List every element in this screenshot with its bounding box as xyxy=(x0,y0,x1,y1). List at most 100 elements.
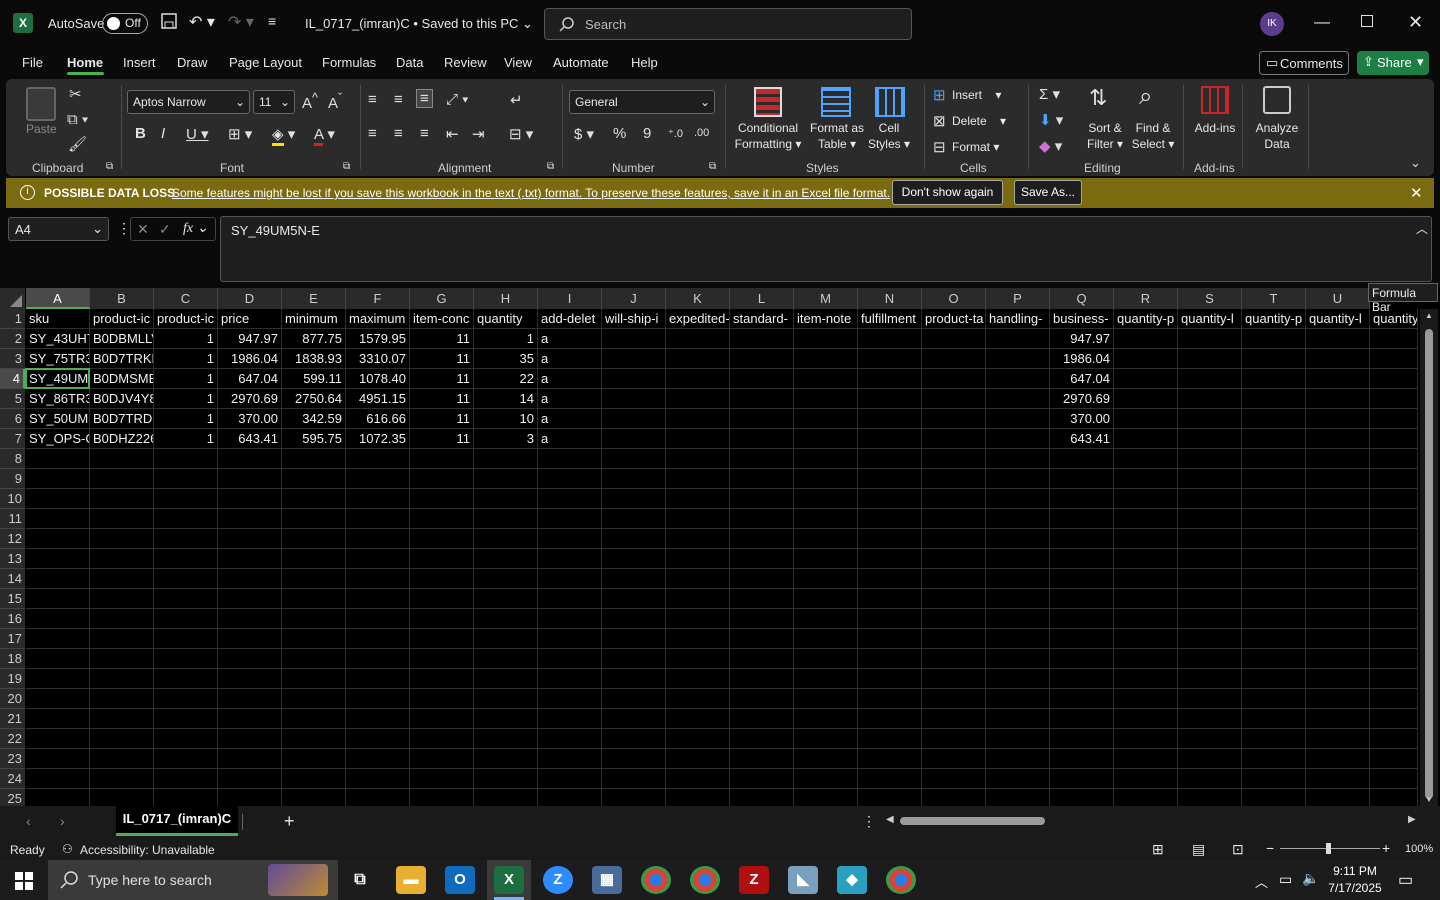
cell[interactable] xyxy=(922,429,986,449)
cell[interactable]: a xyxy=(538,349,602,369)
cell[interactable]: 22 xyxy=(474,369,538,389)
cell[interactable] xyxy=(986,589,1050,609)
cell[interactable] xyxy=(730,749,794,769)
cell[interactable] xyxy=(1050,769,1114,789)
cell[interactable] xyxy=(1050,709,1114,729)
cell[interactable] xyxy=(922,509,986,529)
cell[interactable] xyxy=(1114,329,1178,349)
cell[interactable] xyxy=(602,329,666,349)
cell[interactable] xyxy=(794,429,858,449)
accessibility-icon[interactable]: ⚇ xyxy=(62,842,73,856)
cell[interactable] xyxy=(346,629,410,649)
row-header[interactable]: 9 xyxy=(0,469,25,489)
formula-input[interactable]: SY_49UM5N-E xyxy=(220,216,1432,282)
cell[interactable] xyxy=(90,669,154,689)
cell[interactable] xyxy=(26,649,90,669)
column-header[interactable]: R xyxy=(1114,288,1178,309)
cell[interactable] xyxy=(1370,629,1418,649)
cell[interactable] xyxy=(1242,589,1306,609)
cell[interactable] xyxy=(858,709,922,729)
cell[interactable] xyxy=(538,449,602,469)
cell[interactable] xyxy=(666,669,730,689)
cell[interactable] xyxy=(538,649,602,669)
cell[interactable] xyxy=(730,769,794,789)
cell[interactable]: item-conc xyxy=(410,309,474,329)
cell[interactable] xyxy=(666,409,730,429)
cell[interactable] xyxy=(922,649,986,669)
cell[interactable] xyxy=(794,649,858,669)
cell[interactable] xyxy=(410,669,474,689)
cell[interactable] xyxy=(474,529,538,549)
cell[interactable] xyxy=(1050,469,1114,489)
cell[interactable]: B0DBMLLV xyxy=(90,329,154,349)
decrease-font-icon[interactable]: Aˇ xyxy=(328,91,342,112)
fill-color-icon[interactable]: ◈ ▾ xyxy=(272,125,295,146)
format-cells-icon[interactable]: ⊟ xyxy=(933,138,946,156)
row-header[interactable]: 12 xyxy=(0,529,25,549)
row-header[interactable]: 16 xyxy=(0,609,25,629)
cell[interactable] xyxy=(1306,509,1370,529)
cell[interactable] xyxy=(538,749,602,769)
cell[interactable] xyxy=(602,469,666,489)
cell[interactable] xyxy=(794,409,858,429)
cell[interactable] xyxy=(666,369,730,389)
cell[interactable] xyxy=(1370,569,1418,589)
cell[interactable] xyxy=(346,569,410,589)
copy-icon[interactable]: ⧉ ▾ xyxy=(67,111,88,128)
cell[interactable] xyxy=(218,629,282,649)
cell[interactable] xyxy=(154,529,218,549)
cell[interactable] xyxy=(282,589,346,609)
tab-page-layout[interactable]: Page Layout xyxy=(229,55,302,70)
row-header[interactable]: 8 xyxy=(0,449,25,469)
cell[interactable] xyxy=(1242,609,1306,629)
cell[interactable]: 10 xyxy=(474,409,538,429)
tab-splitter-icon[interactable]: ⋮ xyxy=(862,813,876,830)
notes-app-icon[interactable]: ◣ xyxy=(788,866,818,894)
underline-icon[interactable]: U ▾ xyxy=(186,125,209,143)
cell[interactable] xyxy=(282,509,346,529)
cell[interactable] xyxy=(666,649,730,669)
zoom-app-icon[interactable]: Z xyxy=(543,866,573,894)
cell[interactable] xyxy=(1178,509,1242,529)
cell[interactable] xyxy=(666,749,730,769)
filezilla-icon[interactable]: Z xyxy=(739,866,769,894)
row-header[interactable]: 3 xyxy=(0,349,25,369)
cell[interactable] xyxy=(858,349,922,369)
column-header[interactable]: D xyxy=(218,288,282,309)
app-diamond-icon[interactable]: ◆ xyxy=(837,866,867,894)
file-explorer-icon[interactable]: ▬ xyxy=(396,866,426,894)
cell[interactable] xyxy=(986,489,1050,509)
autosum-icon[interactable]: Σ ▾ xyxy=(1039,85,1060,103)
cell[interactable] xyxy=(1242,389,1306,409)
cell[interactable] xyxy=(1370,449,1418,469)
cell[interactable]: handling- xyxy=(986,309,1050,329)
font-family-select[interactable]: Aptos Narrow ⌄ xyxy=(127,90,250,114)
cell[interactable] xyxy=(922,369,986,389)
row-header[interactable]: 11 xyxy=(0,509,25,529)
cell[interactable] xyxy=(602,749,666,769)
cell[interactable]: business- xyxy=(1050,309,1114,329)
format-painter-icon[interactable]: 🖌 xyxy=(68,135,87,153)
clear-icon[interactable]: ◆ ▾ xyxy=(1039,137,1062,155)
column-header[interactable]: U xyxy=(1306,288,1370,309)
cell[interactable] xyxy=(986,349,1050,369)
cell[interactable] xyxy=(1114,689,1178,709)
cell[interactable] xyxy=(1242,369,1306,389)
cell[interactable] xyxy=(26,749,90,769)
increase-indent-icon[interactable]: ⇥ xyxy=(472,125,485,143)
column-header[interactable]: H xyxy=(474,288,538,309)
cell[interactable] xyxy=(666,529,730,549)
cell[interactable] xyxy=(794,749,858,769)
cell[interactable] xyxy=(26,729,90,749)
cell[interactable] xyxy=(282,449,346,469)
volume-icon[interactable]: 🔈 xyxy=(1302,870,1319,887)
restore-icon[interactable] xyxy=(1361,15,1373,27)
cell[interactable] xyxy=(730,409,794,429)
cell[interactable] xyxy=(602,529,666,549)
cell[interactable] xyxy=(794,669,858,689)
font-color-icon[interactable]: A ▾ xyxy=(314,125,335,146)
cell[interactable] xyxy=(922,729,986,749)
cell[interactable]: 3 xyxy=(474,429,538,449)
cell[interactable] xyxy=(90,729,154,749)
row-header[interactable]: 20 xyxy=(0,689,25,709)
